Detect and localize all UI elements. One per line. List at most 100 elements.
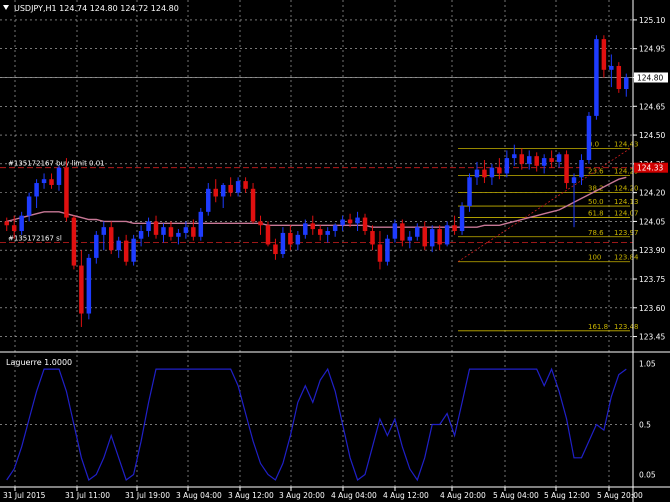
candle-body — [26, 196, 32, 216]
candle-body — [250, 188, 256, 222]
candle-body — [41, 179, 47, 184]
candle-body — [564, 154, 569, 184]
candle-body — [243, 181, 248, 189]
price-tick-label: 123.45 — [639, 333, 665, 342]
candle-body — [153, 221, 159, 235]
time-tick-label: 31 Jul 11:00 — [65, 491, 110, 500]
candle-body — [459, 206, 465, 232]
candle-body — [79, 265, 84, 314]
candle-body — [108, 227, 114, 251]
time-tick-label: 3 Aug 20:00 — [279, 491, 325, 500]
fib-level-price: 124.07 — [614, 210, 639, 218]
time-tick-label: 5 Aug 04:00 — [493, 491, 539, 500]
time-tick-label: 4 Aug 12:00 — [383, 491, 429, 500]
candle-body — [101, 227, 107, 235]
candle-body — [385, 238, 390, 262]
time-tick-label: 3 Aug 04:00 — [176, 491, 222, 500]
candle-body — [504, 158, 510, 174]
candle-body — [347, 219, 353, 224]
candle-body — [556, 154, 562, 162]
time-tick-label: 31 Jul 19:00 — [125, 491, 170, 500]
price-tick-label: 124.05 — [639, 217, 665, 226]
fib-level-price: 123.84 — [614, 254, 639, 262]
candle-body — [415, 227, 420, 237]
candle-body — [549, 158, 554, 162]
candle-body — [317, 229, 323, 235]
candle-body — [258, 221, 263, 226]
candle-body — [437, 229, 442, 245]
candle-body — [310, 223, 316, 230]
candle-body — [49, 179, 54, 185]
fib-level-ratio: 161.8 — [588, 323, 608, 331]
candle-body — [168, 227, 174, 237]
candle-body — [146, 221, 151, 232]
time-tick-label: 4 Aug 20:00 — [440, 491, 486, 500]
fib-level-ratio: 61.8 — [588, 210, 604, 218]
candle-body — [377, 244, 383, 262]
candle-body — [519, 154, 525, 164]
candle-body — [541, 158, 547, 166]
candle-body — [452, 225, 457, 232]
candle-body — [444, 225, 450, 245]
candle-body — [235, 181, 241, 193]
candle-body — [355, 217, 360, 224]
price-tick-label: 124.65 — [639, 102, 665, 111]
candle-body — [56, 167, 62, 185]
candle-body — [362, 217, 368, 232]
candle-body — [609, 65, 614, 70]
fib-level-ratio: 23.6 — [588, 167, 604, 175]
candle-body — [616, 65, 622, 90]
candle-body — [86, 257, 92, 314]
order-line-label: #135172167 sl — [8, 235, 62, 243]
candle-body — [325, 231, 330, 235]
fib-level-price: 124.13 — [614, 198, 639, 206]
time-tick-label: 31 Jul 2015 — [3, 491, 46, 500]
candle-body — [123, 240, 129, 262]
candle-body — [482, 169, 487, 178]
candle-body — [400, 223, 405, 241]
time-tick-label: 3 Aug 12:00 — [228, 491, 274, 500]
candle-body — [422, 227, 427, 247]
candle-body — [512, 154, 517, 159]
fib-level-ratio: 50.0 — [588, 198, 604, 206]
candle-body — [497, 167, 502, 174]
candle-body — [4, 221, 9, 226]
order-price-label: 124.33 — [637, 164, 663, 173]
candle-body — [34, 183, 39, 197]
candle-body — [138, 231, 144, 239]
candle-body — [220, 184, 226, 197]
trading-chart[interactable]: 1.050.50.05 0.0124.4323.6124.2938.2124.2… — [0, 0, 670, 502]
indicator-tick-label: 0.05 — [639, 470, 656, 479]
candle-body — [191, 227, 196, 237]
fib-level-price: 124.20 — [614, 185, 639, 193]
fib-level-price: 123.97 — [614, 229, 639, 237]
candle-body — [370, 231, 375, 245]
candle-body — [161, 227, 166, 235]
time-tick-label: 4 Aug 04:00 — [331, 491, 377, 500]
candle-body — [228, 184, 233, 193]
candle-body — [206, 188, 211, 212]
candle-body — [71, 217, 77, 266]
candle-body — [332, 225, 338, 232]
price-tick-label: 125.10 — [639, 16, 665, 25]
candle-body — [295, 234, 301, 245]
candle-body — [94, 234, 99, 258]
fib-level-price: 124.43 — [614, 140, 639, 148]
candle-body — [340, 219, 345, 226]
indicator-title: Laguerre 1.0000 — [6, 358, 72, 367]
candle-body — [213, 188, 218, 197]
price-tick-label: 124.50 — [639, 131, 665, 140]
candle-body — [198, 211, 204, 237]
time-tick-label: 5 Aug 12:00 — [544, 491, 590, 500]
fib-level-price: 123.48 — [614, 323, 639, 331]
price-tick-label: 124.20 — [639, 189, 665, 198]
candle-body — [288, 232, 293, 245]
candle-body — [534, 156, 539, 166]
candle-body — [467, 177, 472, 207]
candle-body — [176, 232, 181, 237]
price-tick-label: 123.90 — [639, 246, 665, 255]
candle-body — [579, 160, 584, 178]
candle-body — [594, 39, 599, 116]
candle-body — [526, 156, 532, 164]
candle-body — [601, 39, 607, 70]
